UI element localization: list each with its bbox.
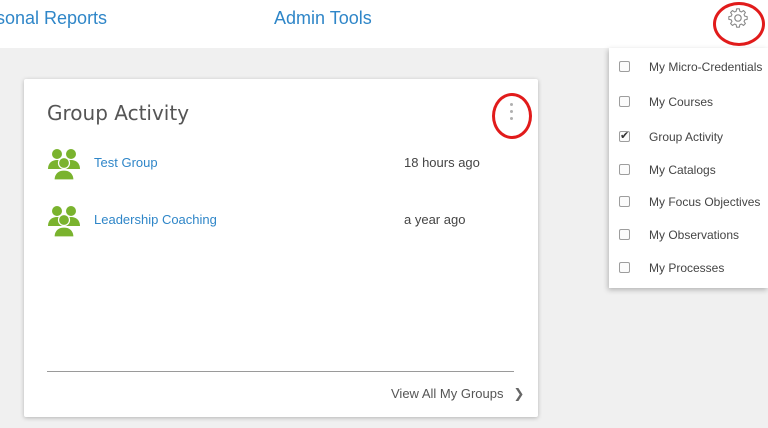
checkbox[interactable] — [619, 164, 630, 175]
group-people-icon — [48, 206, 80, 238]
gear-icon[interactable] — [727, 7, 749, 29]
checkbox[interactable] — [619, 96, 630, 107]
widget-settings-dropdown: My Micro-Credentials My Courses ✔ Group … — [609, 48, 768, 288]
checkbox[interactable] — [619, 229, 630, 240]
checkbox[interactable] — [619, 262, 630, 273]
nav-personal-reports[interactable]: sonal Reports — [0, 8, 107, 29]
dropdown-item-group-activity[interactable]: ✔ Group Activity — [609, 122, 768, 152]
chevron-right-icon: ❯ — [513, 386, 525, 401]
group-name-link[interactable]: Test Group — [94, 155, 158, 170]
dropdown-item-observations[interactable]: My Observations — [609, 220, 768, 250]
view-all-label: View All My Groups — [391, 386, 504, 401]
dropdown-item-label: My Focus Objectives — [649, 195, 761, 209]
group-timestamp: 18 hours ago — [404, 155, 480, 170]
dropdown-item-label: Group Activity — [649, 130, 724, 144]
group-row: Test Group 18 hours ago — [46, 145, 486, 181]
settings-control — [713, 2, 765, 46]
dropdown-item-catalogs[interactable]: My Catalogs — [609, 155, 768, 185]
group-people-icon — [48, 149, 80, 181]
view-all-groups-link[interactable]: View All My Groups ❯ — [391, 386, 524, 402]
dropdown-item-focus-objectives[interactable]: My Focus Objectives — [609, 187, 768, 217]
dropdown-item-label: My Catalogs — [649, 163, 716, 177]
checkbox-checked[interactable]: ✔ — [619, 131, 630, 142]
dropdown-item-label: My Observations — [649, 228, 740, 242]
group-activity-card: Group Activity Test Group 18 hours ago L… — [24, 79, 538, 417]
card-divider — [47, 371, 514, 372]
dropdown-item-label: My Micro-Credentials — [649, 60, 763, 74]
group-timestamp: a year ago — [404, 212, 466, 227]
dropdown-item-courses[interactable]: My Courses — [609, 87, 768, 117]
group-row: Leadership Coaching a year ago — [46, 202, 486, 238]
checkbox[interactable] — [619, 61, 630, 72]
card-title: Group Activity — [47, 101, 190, 125]
dropdown-item-processes[interactable]: My Processes — [609, 253, 768, 283]
dropdown-item-micro-credentials[interactable]: My Micro-Credentials — [609, 52, 768, 82]
checkbox[interactable] — [619, 196, 630, 207]
top-navigation: sonal Reports Admin Tools — [0, 0, 768, 48]
kebab-menu-icon[interactable] — [508, 103, 514, 127]
group-name-link[interactable]: Leadership Coaching — [94, 212, 217, 227]
card-menu-control — [492, 93, 532, 139]
dropdown-item-label: My Processes — [649, 261, 725, 275]
dropdown-item-label: My Courses — [649, 95, 714, 109]
nav-admin-tools[interactable]: Admin Tools — [274, 8, 372, 29]
